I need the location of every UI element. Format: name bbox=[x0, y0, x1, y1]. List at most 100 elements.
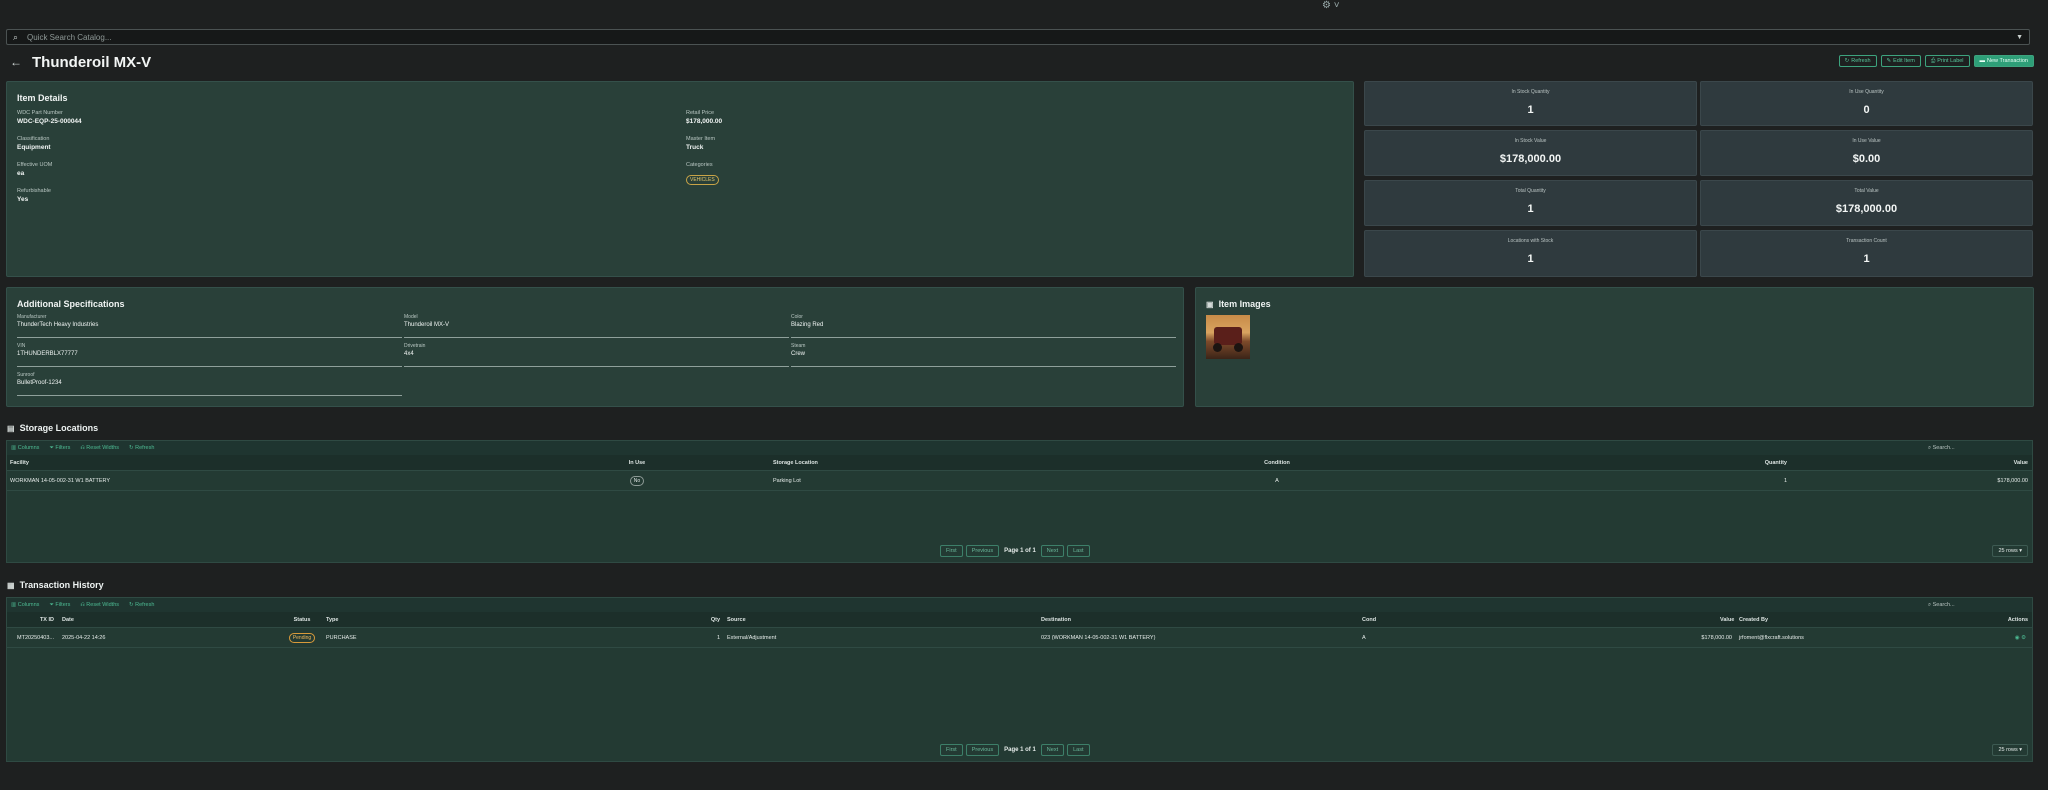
additional-specs-heading: Additional Specifications bbox=[17, 299, 125, 309]
columns-button[interactable]: ▥ Columns bbox=[11, 602, 39, 608]
field-uom: Effective UOM ea bbox=[17, 162, 52, 177]
refresh-button[interactable]: ↻ Refresh bbox=[1838, 55, 1877, 67]
column-header-date[interactable]: Date bbox=[58, 617, 282, 623]
table-search-input[interactable]: ⌕ Search... bbox=[1928, 602, 2028, 609]
stat-label: Total Quantity bbox=[1515, 188, 1546, 194]
page-info: Page 1 of 1 bbox=[1004, 747, 1036, 753]
field-master-item: Master Item Truck bbox=[686, 136, 715, 151]
field-categories: Categories VEHICLES bbox=[686, 162, 719, 186]
page-header: ← Thunderoil MX-V bbox=[10, 54, 151, 71]
last-page-button[interactable]: Last bbox=[1067, 545, 1090, 557]
reset-widths-button[interactable]: ⎌ Reset Widths bbox=[80, 602, 119, 609]
stat-in-use-value: In Use Value $0.00 bbox=[1700, 130, 2033, 176]
edit-item-label: Edit Item bbox=[1893, 58, 1915, 64]
quick-search-input[interactable]: Quick Search Catalog... bbox=[27, 33, 2016, 42]
stat-label: In Stock Quantity bbox=[1511, 89, 1550, 95]
column-header-value[interactable]: Value bbox=[1787, 460, 2032, 466]
item-image-thumbnail[interactable] bbox=[1206, 315, 1250, 359]
rows-per-page-select[interactable]: 25 rows ▾ bbox=[1992, 545, 2028, 557]
stat-total-quantity: Total Quantity 1 bbox=[1364, 180, 1697, 226]
stat-value: $0.00 bbox=[1852, 153, 1881, 165]
column-header-cond[interactable]: Cond bbox=[1362, 617, 1720, 623]
chevron-down-icon[interactable]: ▼ bbox=[2016, 34, 2023, 41]
print-label-button[interactable]: ⎙ Print Label bbox=[1924, 55, 1970, 67]
field-label: Retail Price bbox=[686, 110, 715, 116]
back-arrow-icon[interactable]: ← bbox=[10, 55, 22, 69]
spec-sunroof: Sunroof BulletProof-1234 bbox=[17, 372, 402, 396]
wheel-shape bbox=[1213, 343, 1222, 352]
column-header-condition[interactable]: Condition bbox=[1187, 460, 1367, 466]
stat-locations-with-stock: Locations with Stock 1 bbox=[1364, 230, 1697, 277]
field-refurbishable: Refurbishable Yes bbox=[17, 188, 51, 203]
cell-value: $178,000.00 bbox=[1997, 477, 2028, 484]
refresh-button[interactable]: ↻ Refresh bbox=[129, 445, 154, 451]
column-header-created-by[interactable]: Created By bbox=[1732, 617, 1972, 623]
field-label: Refurbishable bbox=[17, 188, 51, 194]
view-eye-icon[interactable]: ◉ bbox=[2015, 635, 2020, 641]
printer-icon: ⎙ bbox=[1930, 57, 1936, 64]
status-badge: Pending bbox=[288, 632, 316, 643]
next-page-button[interactable]: Next bbox=[1040, 545, 1065, 557]
column-header-source[interactable]: Source bbox=[720, 617, 1041, 623]
table-row[interactable]: MT20250403... 2025-04-22 14:26 Pending P… bbox=[7, 628, 2032, 648]
spec-steam: Steam Crew bbox=[791, 343, 1176, 367]
additional-specs-panel: Additional Specifications Manufacturer Th… bbox=[6, 287, 1184, 407]
refresh-label: Refresh bbox=[135, 445, 155, 451]
filters-button[interactable]: ⏷ Filters bbox=[49, 602, 70, 609]
stat-in-use-quantity: In Use Quantity 0 bbox=[1700, 81, 2033, 126]
last-page-button[interactable]: Last bbox=[1067, 744, 1090, 756]
table-search-input[interactable]: ⌕ Search... bbox=[1928, 445, 2028, 452]
filters-label: Filters bbox=[55, 601, 71, 608]
columns-button[interactable]: ▥ Columns bbox=[11, 445, 39, 451]
column-header-status[interactable]: Status bbox=[282, 617, 322, 623]
new-transaction-button[interactable]: ▬ New Transaction bbox=[1973, 55, 2034, 67]
refresh-label: Refresh bbox=[1851, 58, 1871, 64]
column-header-in-use[interactable]: In Use bbox=[507, 460, 767, 466]
search-placeholder: Search... bbox=[1932, 444, 1955, 451]
field-value: Crew bbox=[791, 351, 806, 357]
column-header-tx-id[interactable]: TX ID bbox=[7, 617, 58, 623]
quick-search-bar[interactable]: ⌕ Quick Search Catalog... ▼ bbox=[6, 29, 2030, 45]
table-row[interactable]: WORKMAN 14-05-002-31 W1 BATTERY No Parki… bbox=[7, 471, 2032, 491]
field-label: Manufacturer bbox=[17, 314, 47, 320]
previous-page-button[interactable]: Previous bbox=[965, 744, 1000, 756]
stat-value: 1 bbox=[1527, 104, 1534, 116]
column-header-qty[interactable]: Qty bbox=[700, 617, 720, 623]
next-page-button[interactable]: Next bbox=[1040, 744, 1065, 756]
spec-model: Model Thunderoil MX-V bbox=[404, 314, 789, 338]
settings-gear-icon[interactable]: ⚙ bbox=[2021, 635, 2026, 641]
in-use-badge: No bbox=[629, 475, 645, 486]
column-header-value[interactable]: Value bbox=[1720, 617, 1734, 623]
item-details-panel: Item Details WDC Part Number WDC-EQP-25-… bbox=[6, 81, 1354, 277]
field-label: Effective UOM bbox=[17, 162, 53, 168]
category-tag[interactable]: VEHICLES bbox=[686, 175, 719, 185]
rows-per-page-select[interactable]: 25 rows ▾ bbox=[1992, 744, 2028, 756]
field-label: Steam bbox=[791, 343, 806, 349]
cell-cond: A bbox=[1362, 634, 1366, 641]
item-images-panel: ▣ Item Images bbox=[1195, 287, 2034, 407]
filters-button[interactable]: ⏷ Filters bbox=[49, 445, 70, 452]
field-value: Thunderoil MX-V bbox=[404, 322, 450, 328]
settings-gear-icon[interactable]: ⚙ ˅ bbox=[1322, 0, 1340, 11]
cell-value: $178,000.00 bbox=[1701, 634, 1732, 641]
first-page-button[interactable]: First bbox=[940, 545, 963, 557]
stat-label: In Use Value bbox=[1852, 138, 1881, 144]
transaction-history-table: ▥ Columns ⏷ Filters ⎌ Reset Widths ↻ Ref… bbox=[6, 597, 2033, 762]
column-header-facility[interactable]: Facility bbox=[7, 460, 507, 466]
column-header-quantity[interactable]: Quantity bbox=[1367, 460, 1787, 466]
cell-condition: A bbox=[1275, 477, 1279, 484]
column-header-storage-location[interactable]: Storage Location bbox=[767, 460, 1187, 466]
edit-item-button[interactable]: ✎ Edit Item bbox=[1880, 55, 1921, 67]
column-header-destination[interactable]: Destination bbox=[1041, 617, 1362, 623]
reset-widths-button[interactable]: ⎌ Reset Widths bbox=[80, 445, 119, 452]
field-label: Categories bbox=[686, 162, 713, 168]
filters-label: Filters bbox=[55, 444, 71, 451]
field-label: Sunroof bbox=[17, 372, 35, 378]
stat-label: Locations with Stock bbox=[1507, 238, 1554, 244]
cell-tx-id[interactable]: MT20250403... bbox=[7, 635, 58, 641]
column-header-type[interactable]: Type bbox=[322, 617, 700, 623]
first-page-button[interactable]: First bbox=[940, 744, 963, 756]
spec-drivetrain: Drivetrain 4x4 bbox=[404, 343, 789, 367]
previous-page-button[interactable]: Previous bbox=[965, 545, 1000, 557]
refresh-button[interactable]: ↻ Refresh bbox=[129, 602, 154, 608]
